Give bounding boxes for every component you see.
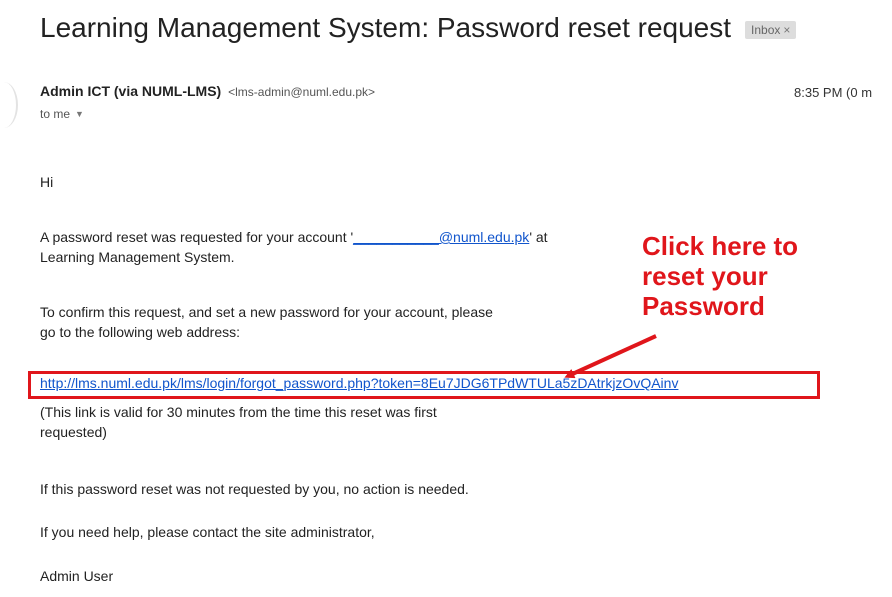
- sender-name[interactable]: Admin ICT (via NUML-LMS): [40, 83, 221, 99]
- paragraph-confirm: To confirm this request, and set a new p…: [40, 302, 493, 342]
- annotation-callout: Click here to reset your Password: [642, 231, 798, 321]
- paragraph-validity-line1: (This link is valid for 30 minutes from …: [40, 404, 437, 420]
- recipient-row[interactable]: to me ▼: [40, 107, 84, 121]
- paragraph-help: If you need help, please contact the sit…: [40, 524, 375, 540]
- paragraph-confirm-line1: To confirm this request, and set a new p…: [40, 304, 493, 320]
- recipient-label: to me: [40, 107, 71, 121]
- account-email-link[interactable]: ___________@numl.edu.pk: [353, 229, 529, 245]
- email-subject: Learning Management System: Password res…: [40, 12, 732, 43]
- remove-label-icon[interactable]: ×: [783, 23, 790, 37]
- paragraph-validity: (This link is valid for 30 minutes from …: [40, 402, 437, 442]
- paragraph-not-requested: If this password reset was not requested…: [40, 481, 469, 497]
- sender-avatar[interactable]: [0, 82, 18, 128]
- annotation-line-2: reset your: [642, 261, 768, 291]
- greeting: Hi: [40, 174, 54, 190]
- reset-password-link[interactable]: http://lms.numl.edu.pk/lms/login/forgot_…: [40, 375, 678, 391]
- signature: Admin User: [40, 568, 114, 584]
- email-timestamp[interactable]: 8:35 PM (0 m: [794, 85, 872, 100]
- sender-row: Admin ICT (via NUML-LMS) <lms-admin@numl…: [40, 83, 375, 99]
- inbox-label[interactable]: Inbox ×: [745, 21, 797, 39]
- paragraph-confirm-line2: go to the following web address:: [40, 324, 241, 340]
- paragraph-validity-line2: requested): [40, 424, 107, 440]
- annotation-line-1: Click here to: [642, 231, 799, 261]
- inbox-label-text: Inbox: [751, 23, 781, 37]
- email-subject-row: Learning Management System: Password res…: [40, 10, 797, 46]
- paragraph-account-line2: Learning Management System.: [40, 249, 235, 265]
- reset-link-row: http://lms.numl.edu.pk/lms/login/forgot_…: [40, 375, 678, 391]
- paragraph-account-pre: A password reset was requested for your …: [40, 229, 354, 245]
- chevron-down-icon[interactable]: ▼: [75, 109, 84, 119]
- sender-email: <lms-admin@numl.edu.pk>: [228, 85, 376, 99]
- annotation-line-3: Password: [642, 291, 765, 321]
- paragraph-account: A password reset was requested for your …: [40, 227, 548, 267]
- paragraph-account-post: ' at: [529, 229, 548, 245]
